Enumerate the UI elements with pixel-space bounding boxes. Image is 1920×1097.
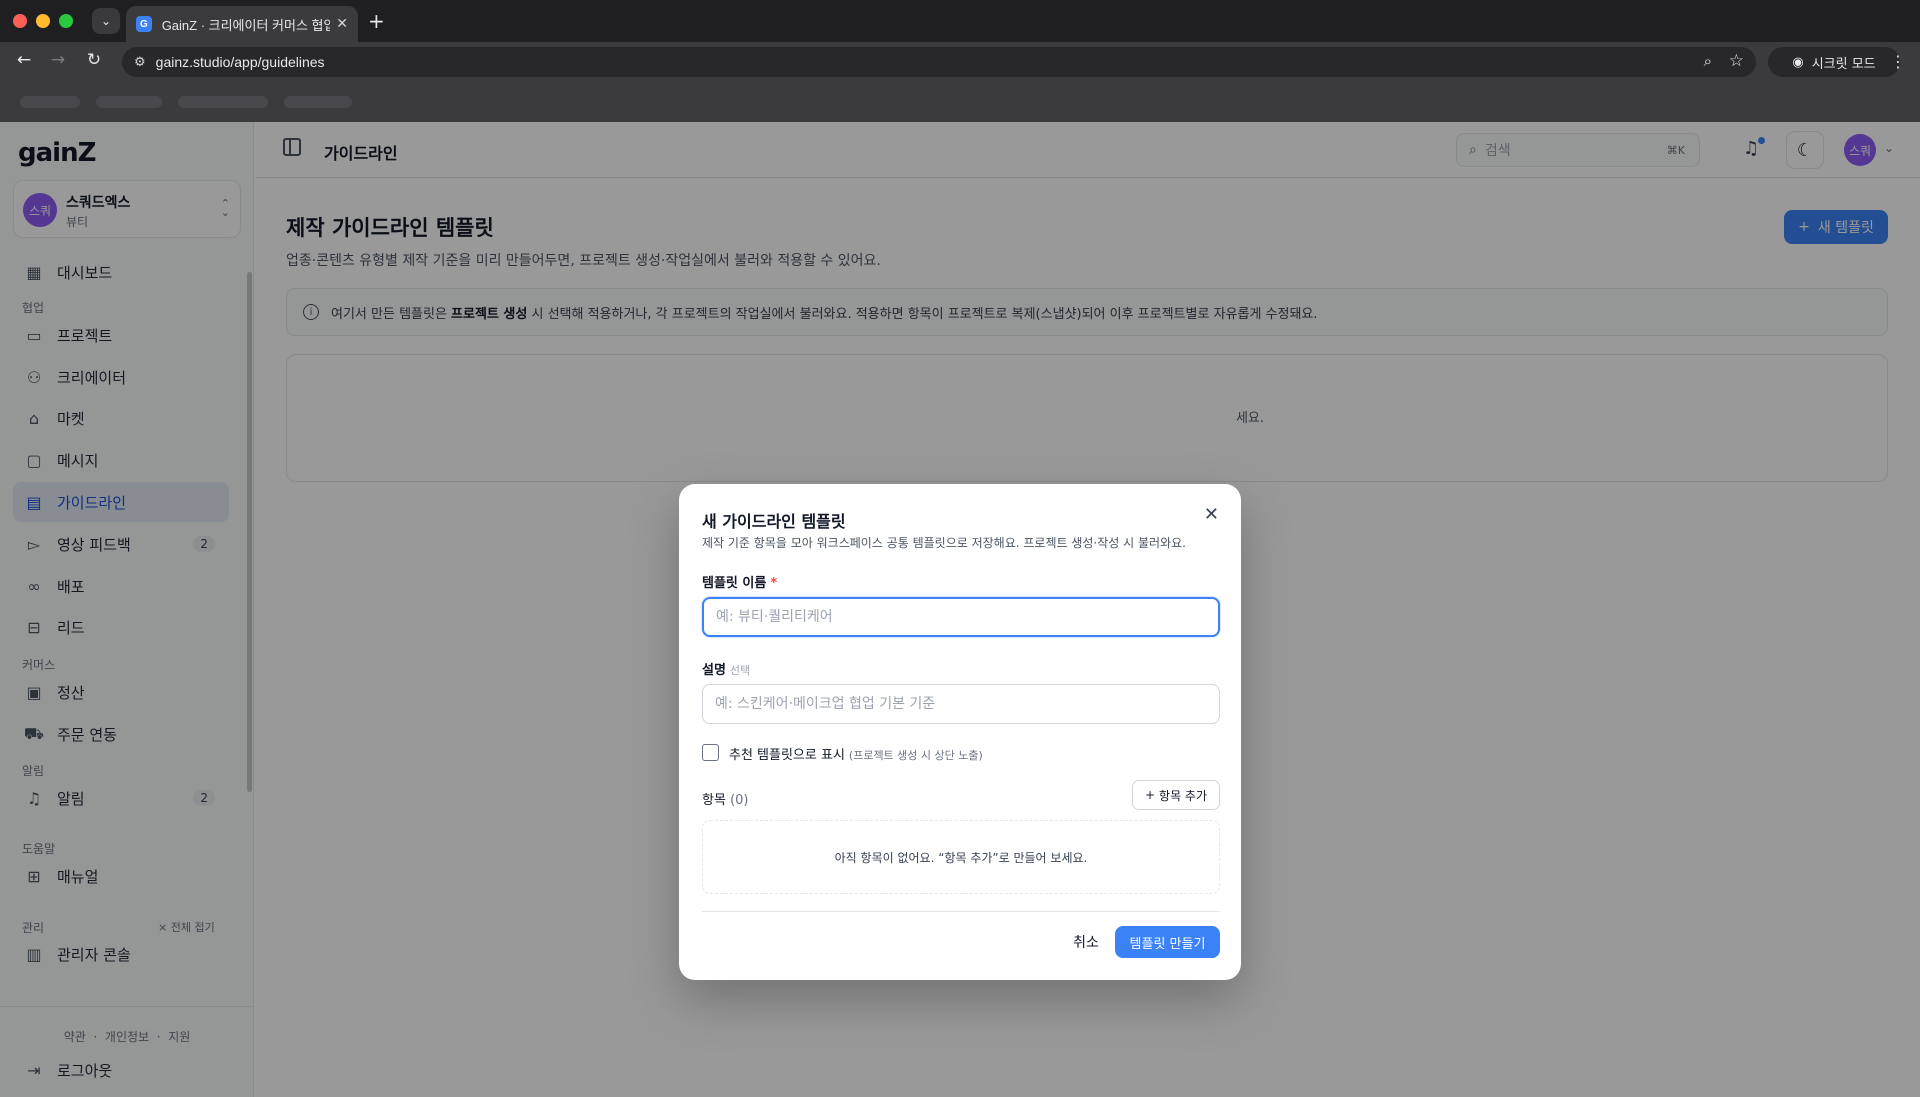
bookmark-item[interactable] [96, 96, 162, 108]
incognito-label: 시크릿 모드 [1811, 56, 1876, 72]
reload-icon[interactable]: ↻ [82, 50, 106, 70]
bookmark-item[interactable] [284, 96, 352, 108]
description-input[interactable] [702, 684, 1220, 724]
items-label: 항목 (0) [702, 789, 748, 808]
bookmarks-bar [0, 82, 1920, 122]
close-icon[interactable]: ✕ [1204, 504, 1219, 525]
incognito-badge[interactable]: ◉ 시크릿 모드 [1768, 47, 1900, 77]
template-name-label-text: 템플릿 이름 [702, 576, 767, 591]
tab-close-icon[interactable]: ✕ [336, 16, 348, 32]
browser-tab[interactable]: G GainZ · 크리에이터 커머스 협업 O ✕ [126, 6, 358, 42]
recommend-checkbox[interactable] [702, 744, 719, 761]
browser-tab-strip: ⌄ G GainZ · 크리에이터 커머스 협업 O ✕ + [0, 0, 1920, 42]
browser-toolbar: ← → ↻ ⚙ gainz.studio/app/guidelines ⌕ ☆ … [0, 42, 1920, 82]
window-maximize-button[interactable] [59, 14, 73, 28]
template-name-label: 템플릿 이름 * [702, 572, 777, 591]
items-count: (0) [730, 793, 749, 808]
address-bar[interactable]: ⚙ gainz.studio/app/guidelines ⌕ ☆ [122, 47, 1756, 77]
favicon-icon: G [136, 16, 152, 32]
incognito-icon: ◉ [1792, 54, 1804, 70]
browser-menu-icon[interactable]: ⋮ [1890, 52, 1906, 71]
template-name-input[interactable] [702, 597, 1220, 637]
optional-tag: 선택 [729, 664, 751, 677]
tab-title: GainZ · 크리에이터 커머스 협업 O [161, 17, 331, 33]
description-label: 설명 선택 [702, 659, 750, 678]
dialog-description: 제작 기준 항목을 모아 워크스페이스 공통 템플릿으로 저장해요. 프로젝트 … [702, 536, 1186, 550]
recommend-hint: (프로젝트 생성 시 상단 노출) [848, 749, 983, 762]
recommend-label-text: 추천 템플릿으로 표시 [729, 748, 845, 763]
items-empty-state: 아직 항목이 없어요. “항목 추가”로 만들어 보세요. [702, 820, 1220, 894]
plus-icon: + [1144, 788, 1156, 802]
required-mark: * [770, 576, 778, 591]
new-tab-plus-icon[interactable]: + [368, 9, 385, 33]
forward-arrow-icon[interactable]: → [46, 50, 70, 70]
description-label-text: 설명 [702, 663, 726, 678]
create-template-button[interactable]: 템플릿 만들기 [1115, 926, 1220, 958]
new-template-dialog: ✕ 새 가이드라인 템플릿 제작 기준 항목을 모아 워크스페이스 공통 템플릿… [679, 484, 1241, 980]
window-minimize-button[interactable] [36, 14, 50, 28]
recommend-label[interactable]: 추천 템플릿으로 표시 (프로젝트 생성 시 상단 노출) [729, 744, 983, 763]
add-item-button[interactable]: + 항목 추가 [1132, 780, 1220, 810]
app-root: gainZ 스쿼 스쿼드엑스 뷰티 ⌃ ⌄ ▦ 대시보드 협업 ▭ 프로젝트 ⚇ … [0, 122, 1920, 1097]
zoom-icon[interactable]: ⌕ [1704, 52, 1712, 70]
tab-search-chevron-icon[interactable]: ⌄ [92, 8, 120, 34]
bookmark-star-icon[interactable]: ☆ [1729, 51, 1744, 71]
add-item-label: 항목 추가 [1159, 788, 1208, 803]
bookmark-item[interactable] [20, 96, 80, 108]
items-label-text: 항목 [702, 793, 726, 808]
site-settings-icon[interactable]: ⚙ [134, 55, 146, 70]
bookmark-item[interactable] [178, 96, 268, 108]
cancel-button[interactable]: 취소 [1055, 926, 1117, 958]
dialog-divider [702, 911, 1220, 912]
window-close-button[interactable] [13, 14, 27, 28]
back-arrow-icon[interactable]: ← [12, 50, 36, 70]
dialog-title: 새 가이드라인 템플릿 [702, 512, 846, 531]
url-text: gainz.studio/app/guidelines [155, 54, 325, 70]
